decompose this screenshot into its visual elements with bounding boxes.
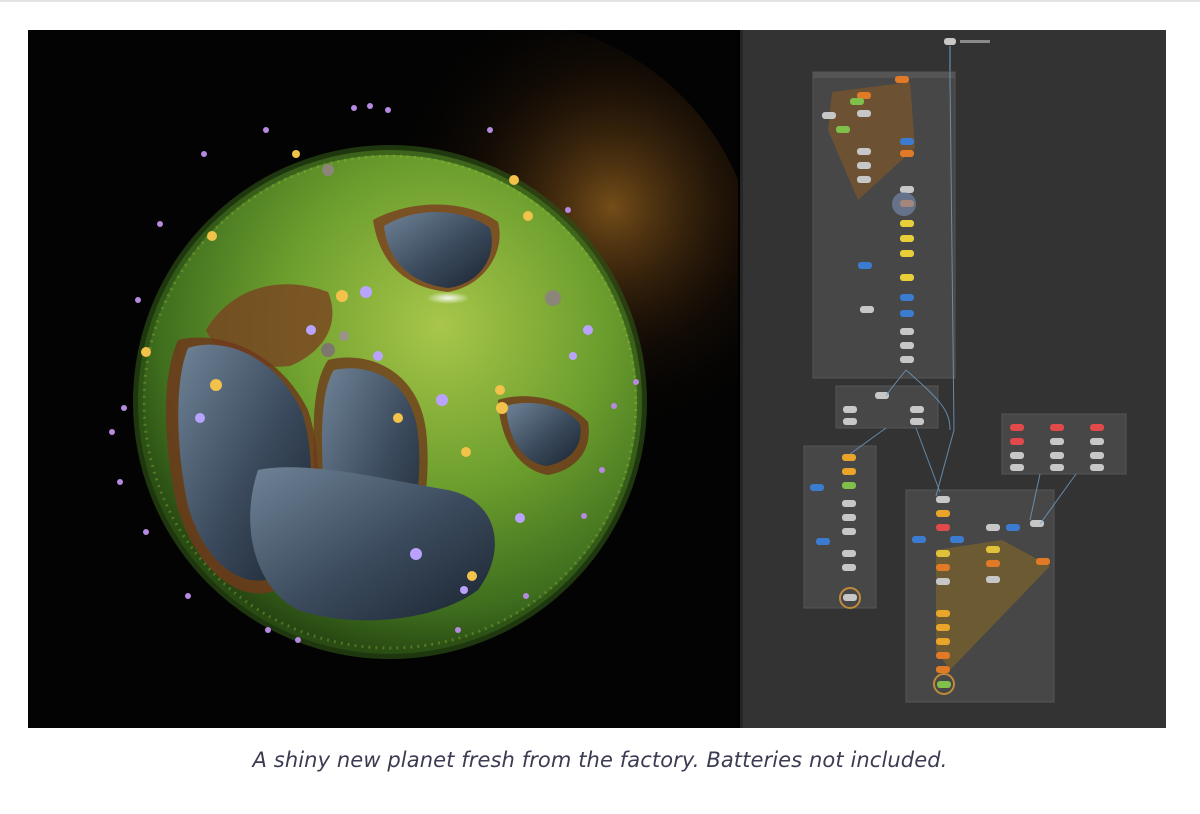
planet-render-panel [28,30,738,728]
graph-frame-mid [835,385,939,429]
node-graph-panel [740,30,1166,728]
figure-image [28,30,1166,728]
figure-caption: A shiny new planet fresh from the factor… [252,748,948,772]
graph-frame-left [803,445,877,609]
node-graph-image [803,38,1127,703]
planet-globe [133,145,647,659]
planet-render-image [28,30,738,728]
top-divider [0,0,1200,2]
graph-frame-right [1001,413,1127,475]
graph-frame-bottom [905,489,1055,703]
graph-output-node [944,38,990,72]
graph-frame-main [812,71,956,379]
